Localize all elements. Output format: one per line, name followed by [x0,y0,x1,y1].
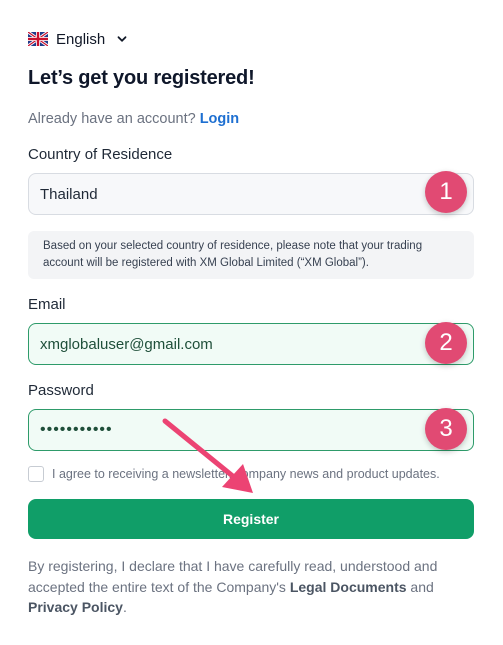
legal-documents-link[interactable]: Legal Documents [290,579,407,595]
newsletter-checkbox[interactable] [28,466,44,482]
password-value: ••••••••••• [40,421,113,438]
language-label: English [56,30,106,48]
step-badge-2: 2 [425,322,467,364]
email-field[interactable]: xmglobaluser@gmail.com [28,323,474,365]
password-label: Password [28,382,94,399]
register-button[interactable]: Register [28,499,474,539]
disclaimer-end: . [122,599,127,615]
uk-flag-icon [28,32,48,46]
step-badge-3: 3 [425,408,467,450]
country-select[interactable]: Thailand [28,173,474,215]
password-field[interactable]: ••••••••••• [28,409,474,451]
country-label: Country of Residence [28,146,173,163]
residence-notice: Based on your selected country of reside… [28,231,474,279]
login-prompt: Already have an account? Login [28,111,239,127]
login-prompt-text: Already have an account? [28,111,196,127]
chevron-down-icon [117,36,127,42]
newsletter-label: I agree to receiving a newsletter, compa… [52,467,440,481]
privacy-policy-link[interactable]: Privacy Policy [28,599,123,615]
newsletter-consent: I agree to receiving a newsletter, compa… [28,466,440,482]
page-title: Let’s get you registered! [28,67,255,89]
country-value: Thailand [40,185,98,203]
email-label: Email [28,296,66,313]
language-selector[interactable]: English [28,30,127,48]
step-badge-1: 1 [425,171,467,213]
email-value: xmglobaluser@gmail.com [40,335,213,353]
login-link[interactable]: Login [200,111,239,127]
disclaimer-and: and [410,578,434,595]
disclaimer: By registering, I declare that I have ca… [28,556,474,618]
